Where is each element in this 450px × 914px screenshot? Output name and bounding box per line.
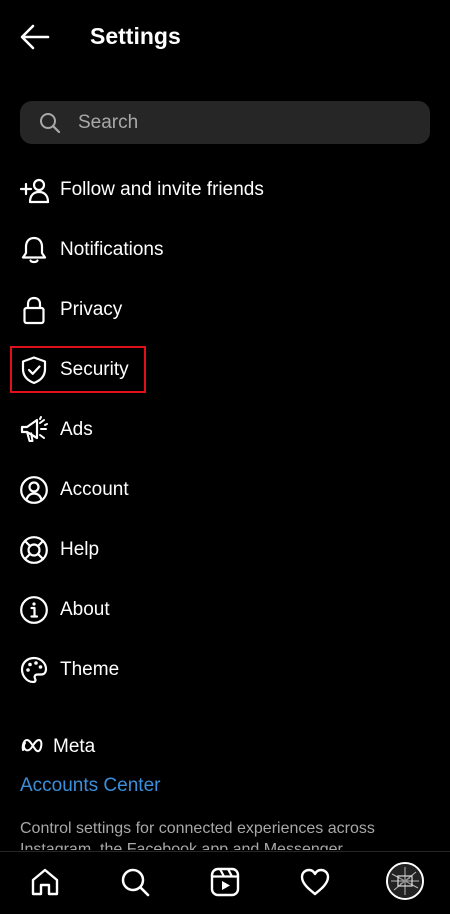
heart-icon[interactable] xyxy=(299,866,331,898)
accounts-center-link[interactable]: Accounts Center xyxy=(20,773,160,799)
page-title: Settings xyxy=(90,23,181,49)
menu-item-theme[interactable]: Theme xyxy=(0,640,450,700)
palette-icon xyxy=(19,655,49,685)
menu-item-about[interactable]: About xyxy=(0,580,450,640)
meta-brand-label: Meta xyxy=(53,736,96,757)
menu-item-account[interactable]: Account xyxy=(0,460,450,520)
add-person-icon xyxy=(19,175,50,205)
menu-item-label: Privacy xyxy=(60,299,123,320)
accounts-center-description: Control settings for connected experienc… xyxy=(20,820,375,850)
menu-item-label: About xyxy=(60,599,110,620)
arrow-left-icon[interactable] xyxy=(20,23,50,51)
search-bar[interactable] xyxy=(20,101,430,144)
meta-brand: Meta xyxy=(20,737,95,757)
menu-item-label: Account xyxy=(60,479,129,500)
menu-item-label: Notifications xyxy=(60,239,164,260)
search-icon xyxy=(39,112,61,134)
header: Settings xyxy=(0,0,450,72)
profile-avatar[interactable] xyxy=(386,862,424,900)
meta-logo-icon xyxy=(20,737,50,758)
menu-item-label: Theme xyxy=(60,659,120,680)
menu-item-label: Ads xyxy=(60,419,93,440)
lifebuoy-icon xyxy=(19,535,49,565)
lock-icon xyxy=(19,295,49,325)
menu-item-label: Help xyxy=(60,539,100,560)
menu-item-label: Follow and invite friends xyxy=(60,179,264,200)
search-input[interactable] xyxy=(78,101,408,144)
shield-check-icon xyxy=(19,355,49,385)
megaphone-icon xyxy=(19,415,49,445)
bell-icon xyxy=(19,235,49,265)
reels-icon[interactable] xyxy=(209,866,241,898)
menu-item-privacy[interactable]: Privacy xyxy=(0,280,450,340)
menu-item-security[interactable]: Security xyxy=(0,340,450,400)
settings-menu: Follow and invite friends Notifications … xyxy=(0,160,450,700)
menu-item-notifications[interactable]: Notifications xyxy=(0,220,450,280)
menu-item-ads[interactable]: Ads xyxy=(0,400,450,460)
user-circle-icon xyxy=(19,475,49,505)
home-icon[interactable] xyxy=(29,866,61,898)
info-icon xyxy=(19,595,49,625)
menu-item-follow-invite-friends[interactable]: Follow and invite friends xyxy=(0,160,450,220)
menu-item-label: Security xyxy=(60,359,129,380)
menu-item-help[interactable]: Help xyxy=(0,520,450,580)
bottom-nav xyxy=(0,851,450,914)
search-icon[interactable] xyxy=(119,866,151,898)
